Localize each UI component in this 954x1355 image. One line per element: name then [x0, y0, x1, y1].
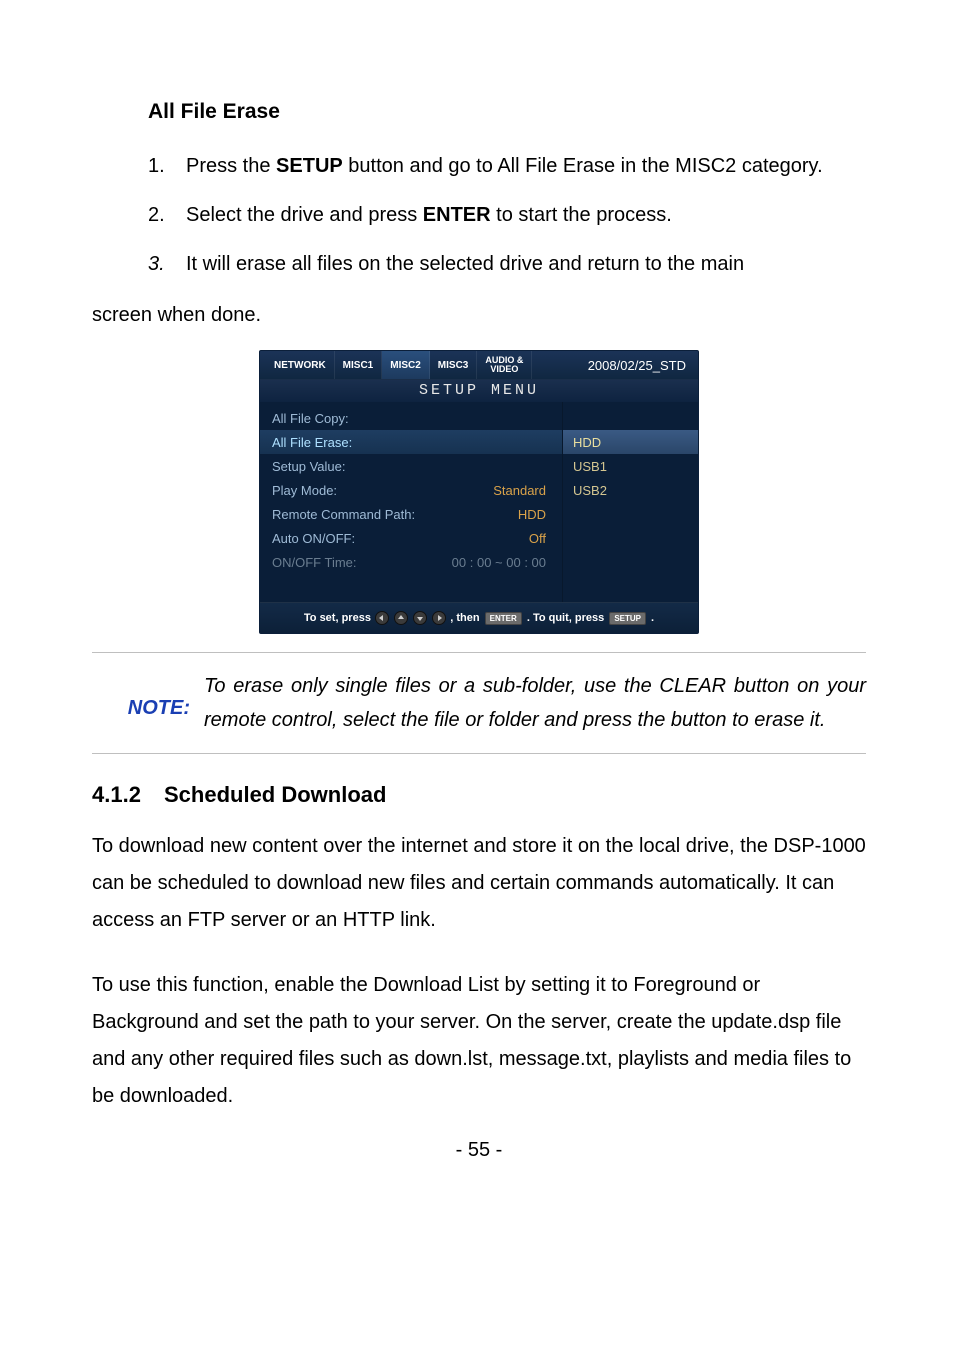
paragraph-1: To download new content over the interne…: [92, 828, 866, 939]
step-number: 2.: [148, 197, 186, 234]
option-hdd[interactable]: HDD: [563, 430, 698, 454]
document-page: All File Erase 1. Press the SETUP button…: [0, 0, 954, 1202]
down-arrow-icon: [413, 611, 427, 625]
setup-menu-screenshot: NETWORK MISC1 MISC2 MISC3 AUDIO & VIDEO …: [259, 350, 699, 634]
tab-bar: NETWORK MISC1 MISC2 MISC3 AUDIO & VIDEO …: [260, 351, 698, 379]
menu-title: SETUP MENU: [260, 379, 698, 402]
section-title: Scheduled Download: [164, 782, 386, 807]
tab-misc1[interactable]: MISC1: [335, 351, 383, 379]
steps-list: 1. Press the SETUP button and go to All …: [148, 148, 866, 234]
row-all-file-erase[interactable]: All File Erase:: [260, 430, 562, 454]
tab-network[interactable]: NETWORK: [266, 351, 335, 379]
step-text-3-start: It will erase all files on the selected …: [186, 246, 866, 283]
option-usb1[interactable]: USB1: [563, 454, 698, 478]
subheading-all-file-erase: All File Erase: [148, 100, 866, 124]
tab-audio-video[interactable]: AUDIO & VIDEO: [477, 351, 532, 379]
section-number: 4.1.2: [92, 782, 164, 808]
step-number-3: 3.: [148, 246, 186, 283]
datetime-label: 2008/02/25_STD: [588, 358, 692, 373]
step-1: 1. Press the SETUP button and go to All …: [148, 148, 866, 185]
step-number: 1.: [148, 148, 186, 185]
step-3-row: 3. It will erase all files on the select…: [92, 246, 866, 283]
row-play-mode[interactable]: Play Mode:Standard: [260, 478, 562, 502]
paragraph-2: To use this function, enable the Downloa…: [92, 967, 866, 1115]
note-label: NOTE:: [92, 669, 190, 737]
left-arrow-icon: [375, 611, 389, 625]
row-on-off-time: ON/OFF Time:00 : 00 ~ 00 : 00: [260, 550, 562, 574]
footer-hint: To set, press , then ENTER . To quit, pr…: [260, 602, 698, 633]
step-2: 2. Select the drive and press ENTER to s…: [148, 197, 866, 234]
step-3-cont: screen when done.: [92, 297, 866, 334]
setup-key-icon: SETUP: [609, 612, 646, 625]
step-text: Select the drive and press ENTER to star…: [186, 197, 866, 234]
note-body: To erase only single files or a sub-fold…: [190, 669, 866, 737]
row-remote-command-path[interactable]: Remote Command Path:HDD: [260, 502, 562, 526]
note-box: NOTE: To erase only single files or a su…: [92, 652, 866, 754]
row-all-file-copy[interactable]: All File Copy:: [260, 406, 562, 430]
right-arrow-icon: [432, 611, 446, 625]
drive-options: HDD USB1 USB2: [562, 402, 698, 602]
step-text: Press the SETUP button and go to All Fil…: [186, 148, 866, 185]
enter-key-icon: ENTER: [485, 612, 522, 625]
section-heading: 4.1.2Scheduled Download: [92, 782, 866, 808]
tab-misc3[interactable]: MISC3: [430, 351, 478, 379]
option-usb2[interactable]: USB2: [563, 478, 698, 502]
page-number: - 55 -: [92, 1139, 866, 1162]
row-auto-on-off[interactable]: Auto ON/OFF:Off: [260, 526, 562, 550]
option-blank: [563, 406, 698, 430]
row-setup-value[interactable]: Setup Value:: [260, 454, 562, 478]
row-spacer: [260, 574, 562, 588]
menu-body: All File Copy: All File Erase: Setup Val…: [260, 402, 698, 602]
tab-misc2[interactable]: MISC2: [382, 351, 430, 379]
settings-list: All File Copy: All File Erase: Setup Val…: [260, 402, 562, 602]
up-arrow-icon: [394, 611, 408, 625]
